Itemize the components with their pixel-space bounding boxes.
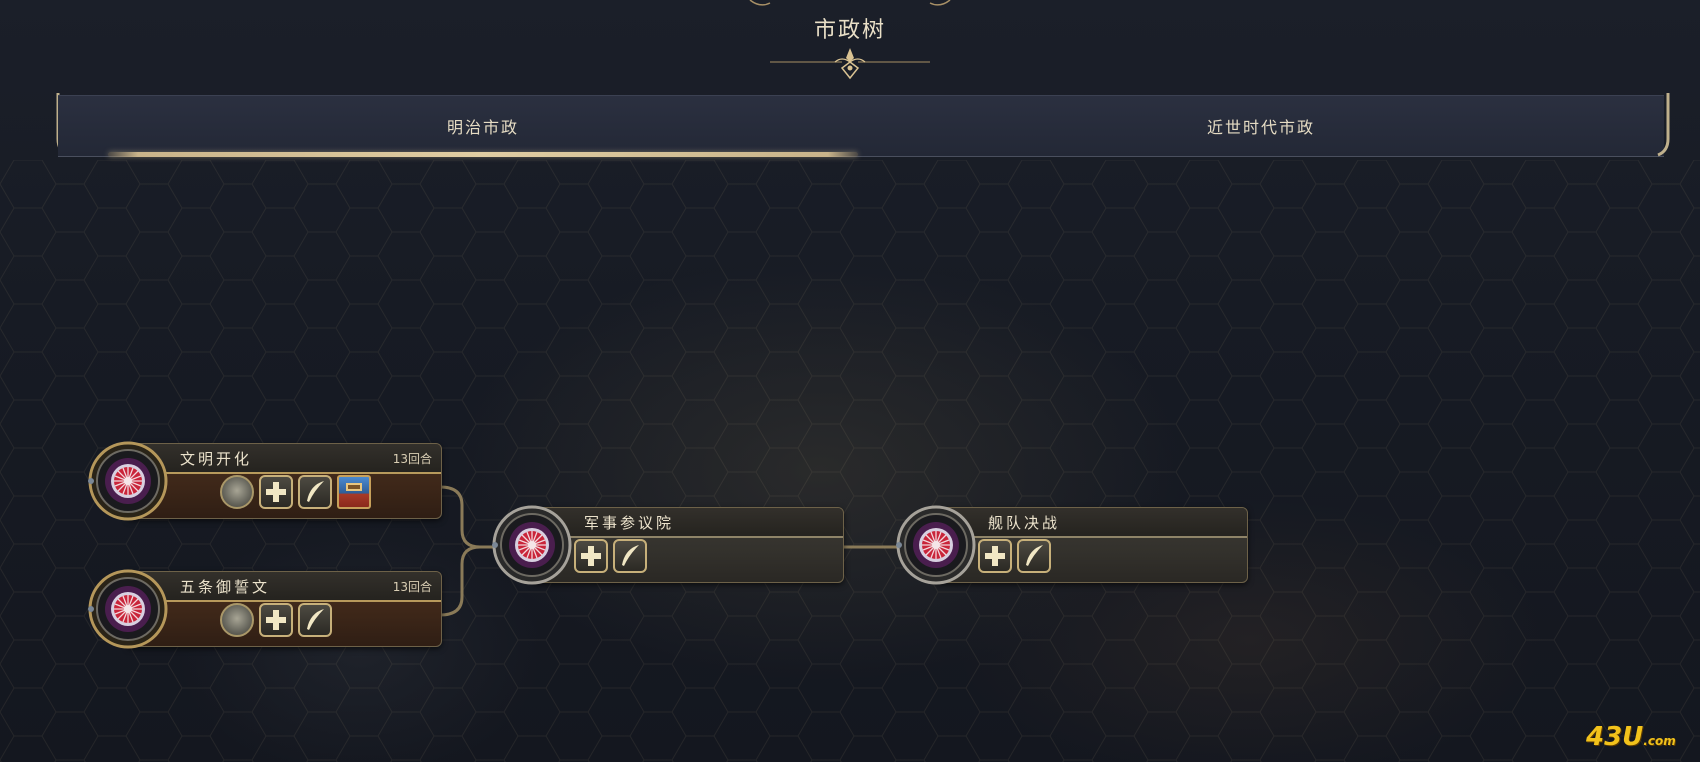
plus-icon[interactable] — [574, 539, 608, 573]
watermark-suffix: .com — [1643, 734, 1676, 748]
civic-name: 五条御誓文 — [180, 578, 271, 596]
plus-icon[interactable] — [259, 475, 293, 509]
civic-emblem-chrysanthemum-icon — [88, 569, 168, 649]
civic-node-military-council[interactable]: 军事参议院 — [492, 505, 844, 585]
civic-node-decisive-fleet-battle[interactable]: 舰队决战 — [896, 505, 1248, 585]
tab-meiji-civics[interactable]: 明治市政 — [108, 96, 858, 156]
site-watermark-logo: 43U.com — [1586, 722, 1676, 752]
era-tab-bar: 明治市政 近世时代市政 — [58, 95, 1664, 157]
civic-emblem-chrysanthemum-icon — [492, 505, 572, 585]
title-divider-ornament — [770, 48, 930, 80]
plus-icon[interactable] — [978, 539, 1012, 573]
plus-icon[interactable] — [259, 603, 293, 637]
civic-node-charter-oath[interactable]: 五条御誓文 13回合 — [88, 569, 442, 649]
civic-emblem-chrysanthemum-icon — [88, 441, 168, 521]
quill-icon[interactable] — [298, 603, 332, 637]
screen-title-area: 市政树 — [740, 0, 960, 90]
title-arc-ornament — [749, 0, 951, 6]
civic-unlocks — [220, 475, 371, 509]
tab-bar-right-bracket — [1657, 93, 1670, 157]
civic-name-strip — [937, 508, 1247, 538]
civic-unlocks — [574, 539, 647, 573]
civic-turns-remaining: 13回合 — [392, 580, 432, 594]
civic-name: 舰队决战 — [988, 514, 1061, 532]
selected-tab-indicator — [108, 152, 858, 157]
civic-name-strip — [533, 508, 843, 538]
civic-node-bunmei-kaika[interactable]: 文明开化 13回合 — [88, 441, 442, 521]
quill-icon[interactable] — [298, 475, 332, 509]
civic-name: 军事参议院 — [584, 514, 675, 532]
district-round-icon[interactable] — [220, 475, 254, 509]
quill-icon[interactable] — [1017, 539, 1051, 573]
card-icon[interactable] — [337, 475, 371, 509]
civic-emblem-chrysanthemum-icon — [896, 505, 976, 585]
quill-icon[interactable] — [613, 539, 647, 573]
tab-early-modern-civics[interactable]: 近世时代市政 — [858, 96, 1664, 156]
civic-unlocks — [220, 603, 332, 637]
civic-turns-remaining: 13回合 — [392, 452, 432, 466]
civics-tree-screen: 市政树 明治市政 近世时代市政 文明开化 13回合 五条御誓文 13回合 军事参… — [0, 0, 1700, 762]
screen-title: 市政树 — [813, 18, 886, 43]
watermark-main: 43U — [1586, 722, 1644, 752]
district-round-icon[interactable] — [220, 603, 254, 637]
civic-name: 文明开化 — [180, 450, 253, 468]
civic-unlocks — [978, 539, 1051, 573]
